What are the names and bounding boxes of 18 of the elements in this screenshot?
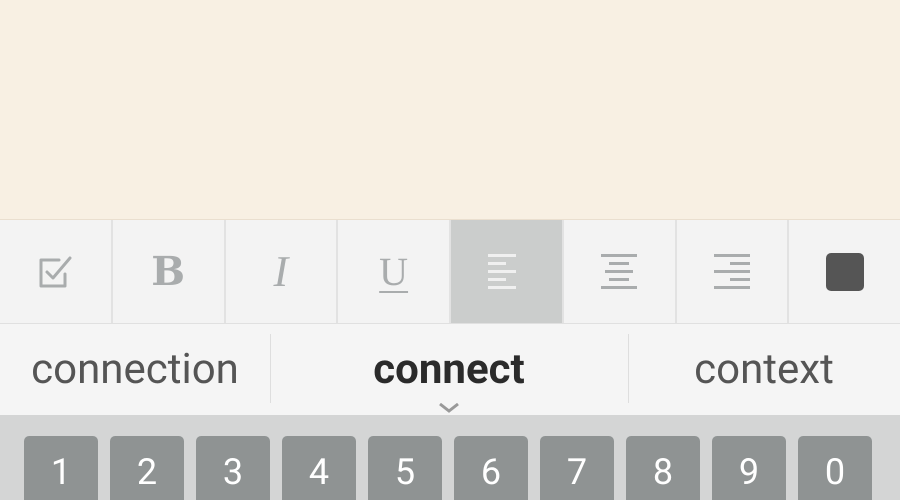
suggestion[interactable]: connection [31, 345, 239, 394]
key[interactable]: 0 [798, 436, 872, 500]
checkbox-icon [37, 254, 74, 290]
key[interactable]: 9 [712, 436, 786, 500]
key[interactable]: 3 [196, 436, 270, 500]
key[interactable]: 4 [282, 436, 356, 500]
align-left-button[interactable] [451, 220, 564, 323]
key[interactable]: 8 [626, 436, 700, 500]
key[interactable]: 7 [540, 436, 614, 500]
align-center-icon [601, 254, 638, 289]
key[interactable]: 1 [24, 436, 98, 500]
key[interactable]: 6 [454, 436, 528, 500]
chevron-down-icon[interactable] [438, 403, 460, 413]
key[interactable]: 2 [110, 436, 184, 500]
key[interactable]: 5 [368, 436, 442, 500]
suggestion[interactable]: context [694, 345, 834, 394]
align-right-icon [714, 254, 750, 289]
suggestion[interactable]: connect [373, 345, 525, 394]
